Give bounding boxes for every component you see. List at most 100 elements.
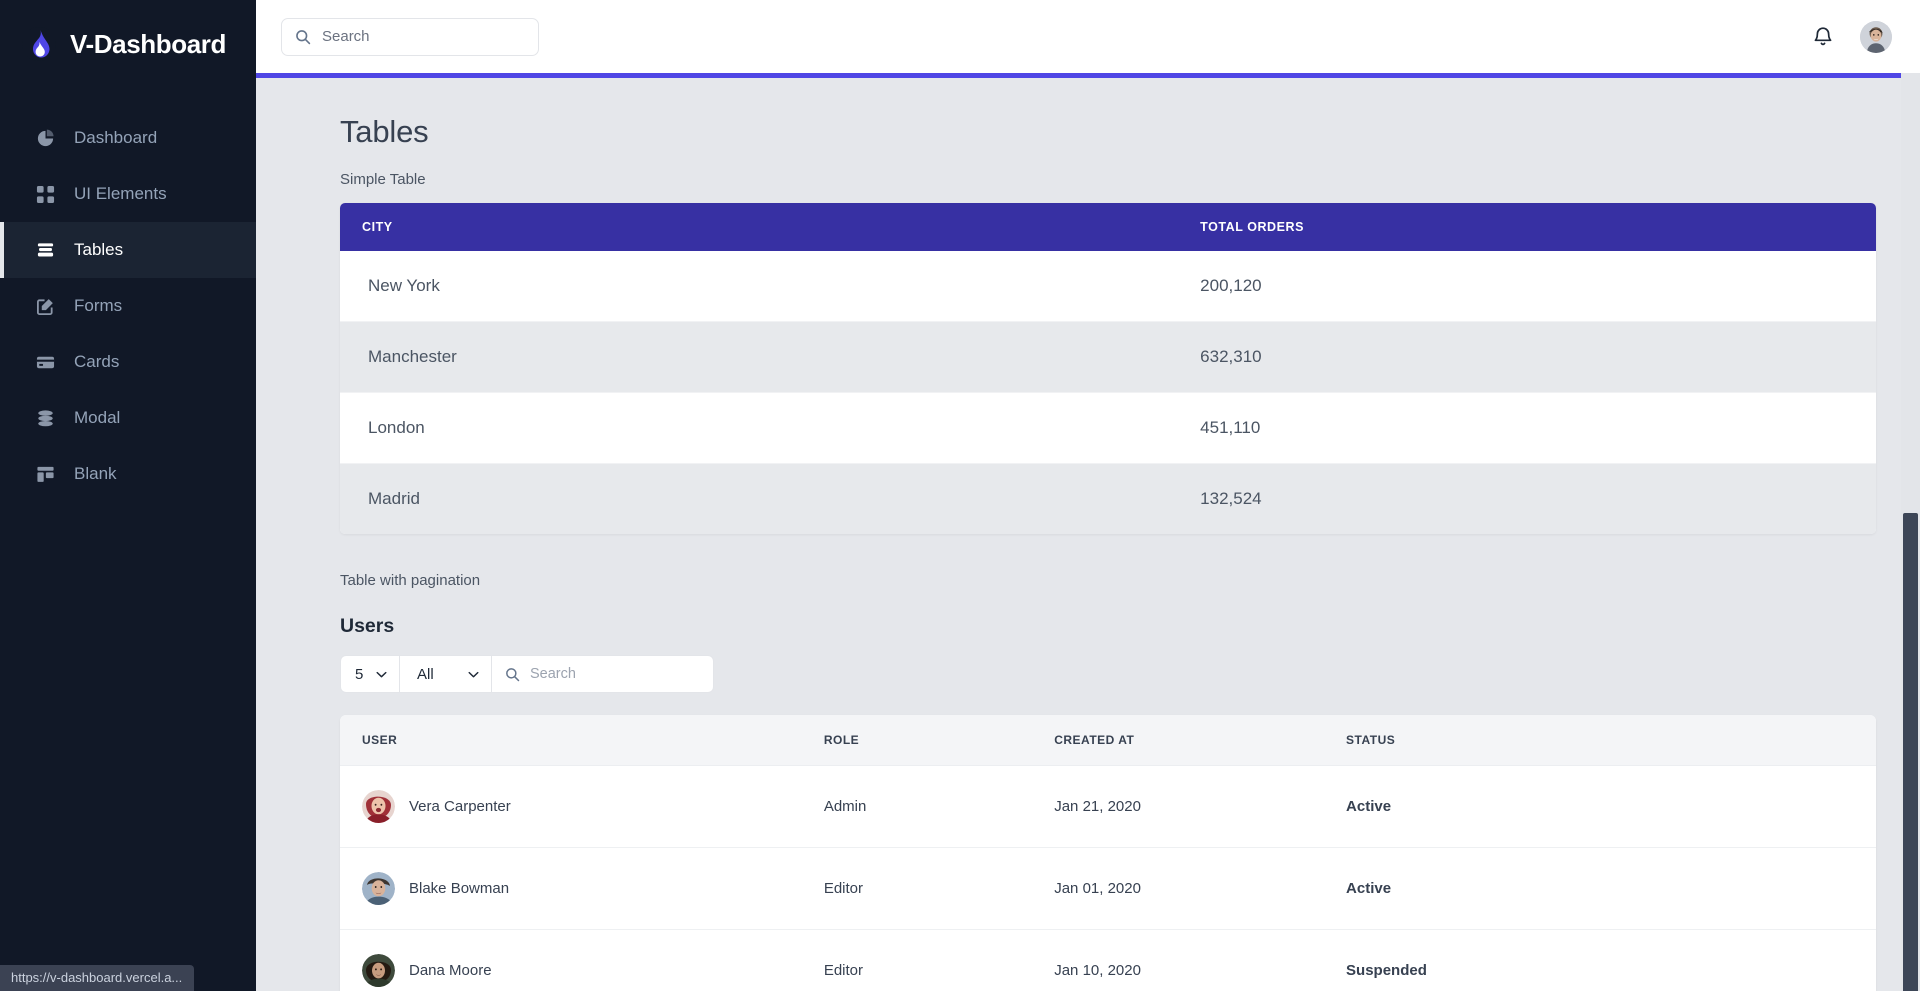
search-icon [506,667,520,681]
cell-role: Admin [823,765,1055,848]
global-search[interactable] [281,17,539,56]
sidebar-item-label: Dashboard [74,128,158,147]
chevron-down-icon [376,671,387,677]
status-badge: Active [1346,847,1876,930]
avatar [362,954,395,987]
sidebar-item-modal[interactable]: Modal [0,390,256,446]
cell-user: Dana Moore [340,929,824,991]
cell-created-at: Jan 10, 2020 [1054,929,1347,991]
cell-city: New York [340,251,1201,322]
column-header-created-at: CREATED AT [1054,715,1347,766]
table-row[interactable]: Blake Bowman Editor Jan 01, 2020 Active [340,847,1876,930]
brand-title: V-Dashboard [70,28,226,59]
table-row[interactable]: Madrid 132,524 [340,463,1876,534]
cell-role: Editor [823,929,1055,991]
table-header-row: CITY TOTAL ORDERS [340,203,1876,251]
bell-icon[interactable] [1812,25,1834,49]
users-table-body: Vera Carpenter Admin Jan 21, 2020 Active [340,765,1876,991]
sidebar-item-label: Blank [74,464,117,483]
cell-user: Blake Bowman [340,847,824,930]
pie-chart-icon [37,129,54,146]
pagination-table-label: Table with pagination [340,572,481,589]
flame-icon [22,27,56,61]
page-content: Tables Simple Table CITY TOTAL ORDERS Ne… [256,78,1920,991]
user-avatar-image [1860,20,1892,53]
cell-user: Vera Carpenter [340,765,824,848]
sidebar-item-tables[interactable]: Tables [0,222,256,278]
sidebar-nav: Dashboard UI Elements Tables Forms Cards… [0,110,256,502]
scrollbar-thumb[interactable] [1903,513,1918,991]
table-row[interactable]: Vera Carpenter Admin Jan 21, 2020 Active [340,765,1876,848]
sidebar-item-label: Tables [74,240,124,259]
users-table-header: USER ROLE CREATED AT STATUS [340,715,1876,766]
table-row[interactable]: London 451,110 [340,392,1876,464]
sidebar-item-ui-elements[interactable]: UI Elements [0,166,256,222]
page-size-select[interactable]: 5 [340,655,400,693]
cell-city: Manchester [340,321,1201,393]
sidebar-item-forms[interactable]: Forms [0,278,256,334]
column-header-user: USER [340,715,824,766]
chevron-down-icon [468,671,479,677]
simple-table-card: CITY TOTAL ORDERS New York 200,120 Manch… [340,203,1876,534]
search-input[interactable] [322,28,525,45]
user-name: Dana Moore [409,962,492,979]
users-search-input[interactable] [530,666,700,682]
sidebar-item-cards[interactable]: Cards [0,334,256,390]
topbar-right [1812,20,1892,53]
simple-table-body: New York 200,120 Manchester 632,310 Lond… [340,251,1876,534]
status-badge: Active [1346,765,1876,848]
layout-icon [37,466,54,482]
users-table-toolbar: 5 All [340,655,1876,693]
cell-city: London [340,392,1201,464]
table-row[interactable]: Dana Moore Editor Jan 10, 2020 Suspended [340,929,1876,991]
sidebar: V-Dashboard Dashboard UI Elements Tables… [0,0,256,991]
user-name: Blake Bowman [409,880,510,897]
cell-role: Editor [823,847,1055,930]
edit-square-icon [36,298,53,315]
sidebar-item-label: Cards [74,352,120,371]
main-area: Tables Simple Table CITY TOTAL ORDERS Ne… [256,0,1920,991]
cell-created-at: Jan 21, 2020 [1054,765,1347,848]
grid-icon [36,185,55,203]
sidebar-item-label: Modal [74,408,121,427]
sidebar-item-dashboard[interactable]: Dashboard [0,110,256,166]
cell-total-orders: 200,120 [1200,251,1876,322]
cell-created-at: Jan 01, 2020 [1054,847,1347,930]
page-size-value: 5 [355,665,364,683]
search-icon [296,29,311,44]
app-root: V-Dashboard Dashboard UI Elements Tables… [0,0,1920,991]
brand[interactable]: V-Dashboard [0,0,256,88]
simple-table-header: CITY TOTAL ORDERS [340,203,1876,251]
avatar[interactable] [1860,20,1892,53]
sidebar-item-label: Forms [74,296,123,315]
table-row[interactable]: Manchester 632,310 [340,321,1876,393]
column-header-total-orders: TOTAL ORDERS [1200,203,1876,251]
cell-total-orders: 632,310 [1200,321,1876,393]
column-header-role: ROLE [823,715,1055,766]
role-filter-value: All [417,665,434,683]
role-filter-select[interactable]: All [400,655,492,693]
simple-table: CITY TOTAL ORDERS New York 200,120 Manch… [340,203,1876,534]
avatar [362,790,395,823]
cell-total-orders: 132,524 [1200,463,1876,534]
page-title: Tables [340,114,429,149]
sidebar-item-label: UI Elements [74,184,167,203]
table-icon [37,242,54,256]
table-row[interactable]: New York 200,120 [340,251,1876,322]
topbar [256,0,1920,73]
sidebar-item-blank[interactable]: Blank [0,446,256,502]
cell-total-orders: 451,110 [1200,392,1876,464]
column-header-status: STATUS [1346,715,1876,766]
users-table: USER ROLE CREATED AT STATUS Vera Carpent… [340,715,1876,991]
users-search[interactable] [492,655,714,693]
layers-icon [38,409,53,426]
user-name: Vera Carpenter [409,798,511,815]
cell-city: Madrid [340,463,1201,534]
avatar [362,872,395,905]
status-bar-url: https://v-dashboard.vercel.a... [0,965,195,991]
credit-card-icon [36,356,55,368]
users-table-title: Users [340,615,395,637]
vertical-scrollbar[interactable] [1901,73,1920,991]
status-badge: Suspended [1346,929,1876,991]
users-table-card: USER ROLE CREATED AT STATUS Vera Carpent… [340,715,1876,991]
